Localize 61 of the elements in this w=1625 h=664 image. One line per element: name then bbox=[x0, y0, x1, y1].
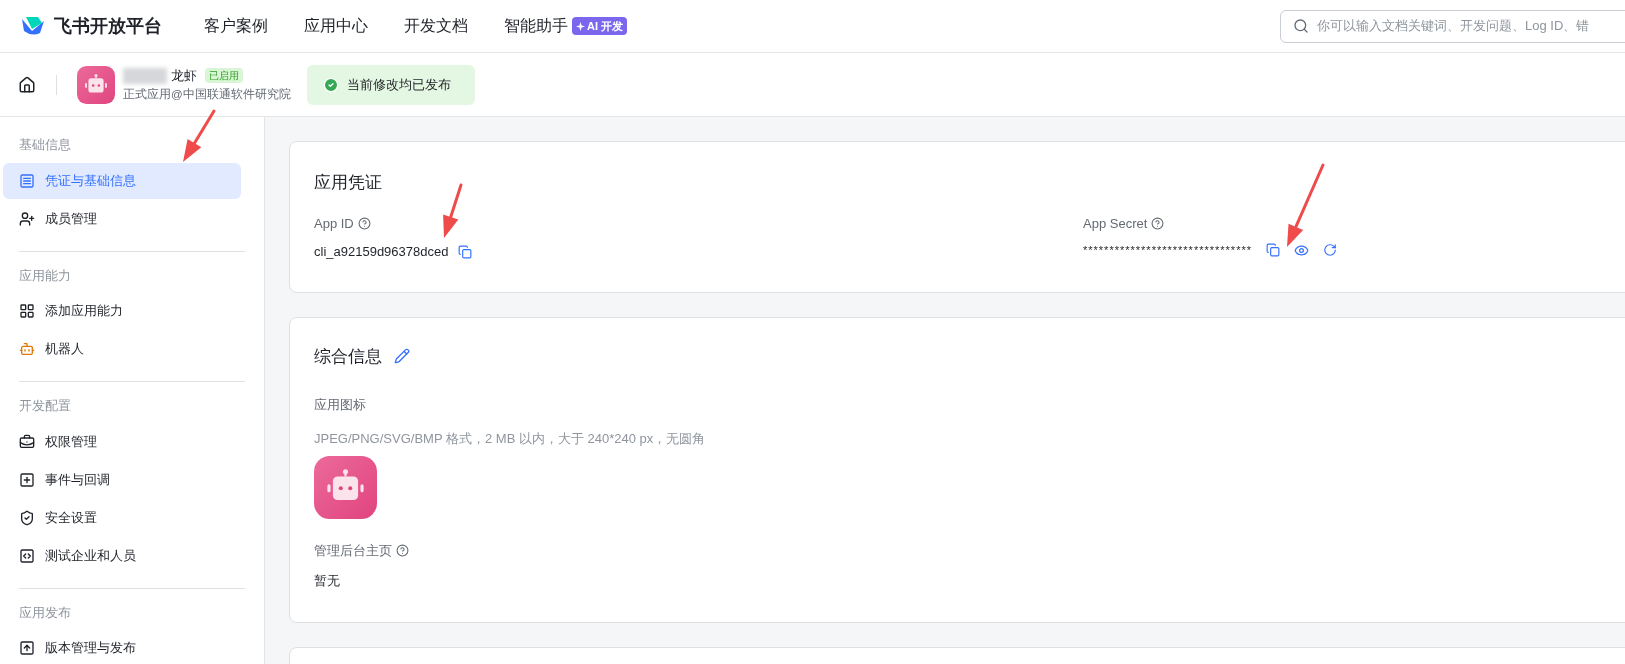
app-id-value: cli_a92159d96378dced bbox=[314, 243, 449, 261]
app-avatar bbox=[77, 65, 115, 104]
sidebar-item[interactable]: 权限管理 bbox=[3, 423, 241, 460]
icon-hint: JPEG/PNG/SVG/BMP 格式，2 MB 以内，大于 240*240 px，无圆角 bbox=[314, 429, 707, 448]
nav-link[interactable]: 应用中心 bbox=[304, 14, 368, 38]
home-icon[interactable] bbox=[18, 75, 36, 94]
app-org: 正式应用@中国联通软件研究院 bbox=[123, 86, 291, 102]
id-card-icon bbox=[19, 172, 35, 189]
section-title: 基础信息 bbox=[18, 136, 72, 154]
edit-icon[interactable] bbox=[394, 348, 410, 365]
sidebar-item[interactable]: 版本管理与发布 bbox=[3, 630, 241, 664]
code-icon bbox=[19, 547, 35, 564]
app-name: 龙虾 bbox=[171, 67, 197, 86]
nav-link[interactable]: 智能助手 bbox=[504, 14, 568, 38]
shield-check-icon bbox=[19, 509, 35, 526]
sidebar-item[interactable]: 机器人 bbox=[3, 331, 241, 367]
eye-icon[interactable] bbox=[1294, 242, 1309, 258]
status-tag: 已启用 bbox=[205, 68, 243, 84]
publish-notice: 当前修改均已发布 bbox=[306, 64, 475, 105]
briefcase-icon bbox=[19, 433, 35, 450]
grid-plus-icon bbox=[19, 303, 35, 319]
help-icon[interactable] bbox=[357, 216, 371, 230]
nav-link[interactable]: 客户案例 bbox=[204, 14, 268, 38]
card-title: 综合信息 bbox=[314, 345, 382, 368]
annotation-arrow bbox=[443, 183, 463, 238]
sidebar-item[interactable]: 安全设置 bbox=[3, 499, 241, 536]
app-secret-value: ******************************** bbox=[1083, 243, 1252, 258]
ai-badge: AI 开发 bbox=[572, 16, 628, 36]
section-title: 应用发布 bbox=[18, 603, 72, 622]
field-label: App ID bbox=[314, 214, 354, 233]
help-icon[interactable] bbox=[396, 544, 409, 558]
sidebar-item[interactable]: 测试企业和人员 bbox=[3, 537, 241, 574]
robot-icon bbox=[19, 341, 35, 357]
annotation-arrow bbox=[183, 109, 216, 162]
sidebar-item[interactable]: 事件与回调 bbox=[3, 461, 241, 498]
field-label: 应用图标 bbox=[314, 396, 367, 414]
sidebar-item[interactable]: 凭证与基础信息 bbox=[3, 162, 241, 199]
add-user-icon bbox=[19, 210, 35, 227]
field-label: App Secret bbox=[1083, 214, 1148, 233]
search-icon bbox=[1293, 18, 1309, 34]
redacted-blur bbox=[123, 67, 167, 84]
brand-name[interactable]: 飞书开放平台 bbox=[54, 12, 162, 40]
check-icon bbox=[322, 76, 339, 93]
logo-icon[interactable] bbox=[20, 15, 46, 37]
copy-icon[interactable] bbox=[458, 244, 473, 259]
app-icon bbox=[314, 456, 377, 519]
field-label: 管理后台主页 bbox=[314, 542, 392, 560]
card-title: 应用凭证 bbox=[314, 172, 383, 194]
section-title: 开发配置 bbox=[18, 397, 72, 415]
nav-link[interactable]: 开发文档 bbox=[404, 14, 468, 38]
sidebar-item[interactable]: 添加应用能力 bbox=[3, 293, 241, 329]
section-title: 应用能力 bbox=[18, 266, 72, 285]
sparkle-icon bbox=[576, 21, 585, 31]
refresh-icon[interactable] bbox=[1323, 243, 1337, 258]
upload-icon bbox=[19, 640, 35, 656]
homepage-value: 暂无 bbox=[314, 571, 341, 590]
search-field[interactable]: 你可以输入文档关键词、开发问题、Log ID、错 bbox=[1280, 9, 1625, 43]
copy-icon[interactable] bbox=[1266, 243, 1280, 258]
square-plus-icon bbox=[19, 471, 35, 488]
sidebar-item[interactable]: 成员管理 bbox=[3, 200, 241, 237]
help-icon[interactable] bbox=[1151, 216, 1165, 230]
